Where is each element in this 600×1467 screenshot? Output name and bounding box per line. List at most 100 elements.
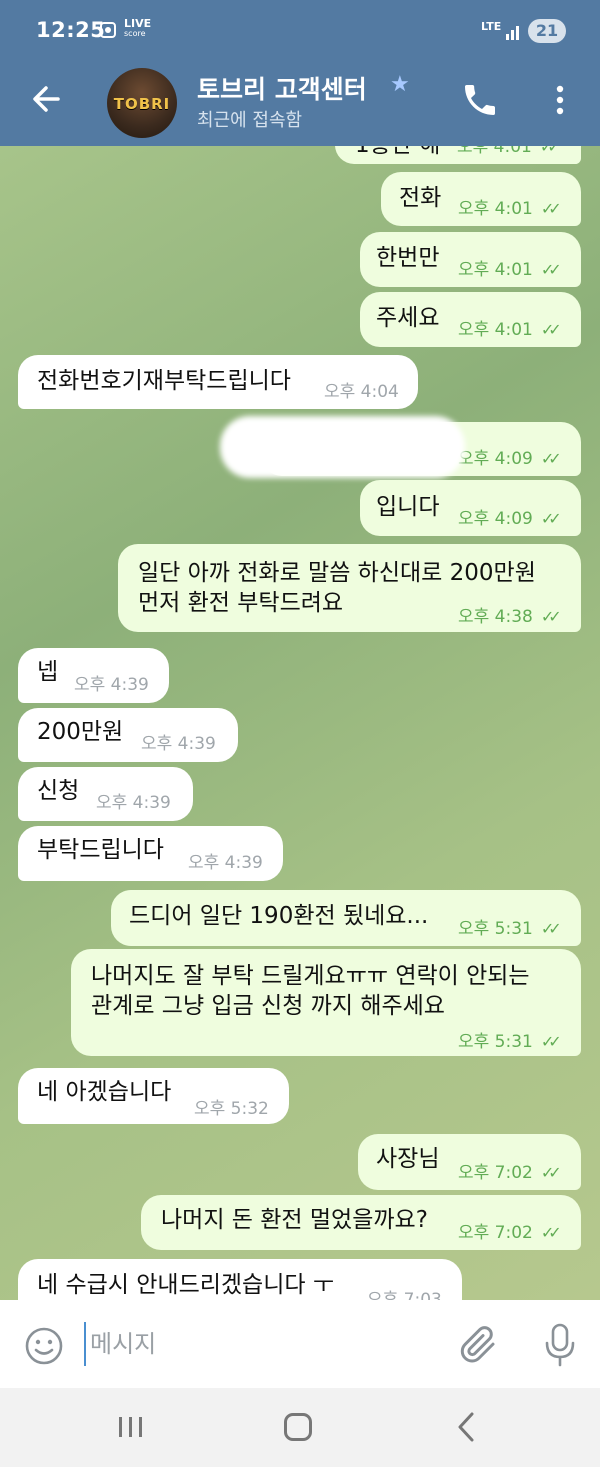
attach-button[interactable] (458, 1324, 500, 1366)
message-text-line-2: 먼저 환전 부탁드려요 (138, 590, 344, 616)
microphone-icon (545, 1323, 575, 1367)
message-text: 네 아겠습니다 (37, 1079, 172, 1105)
network-type: LTE (481, 20, 502, 33)
message-bubble[interactable]: 사장님 오후 7:02 ✓✓ (358, 1134, 581, 1190)
message-text: 전화 (399, 185, 442, 211)
livescore-icon: LIVE score (124, 18, 151, 39)
message-text: 넵 (37, 659, 59, 685)
double-check-icon: ✓✓ (540, 320, 562, 339)
message-time: 오후 4:09 (458, 449, 533, 469)
live-badge-bottom: score (124, 29, 146, 38)
message-input[interactable] (84, 1322, 444, 1366)
message-text: 신청 (37, 778, 80, 804)
status-bar: 12:25 LIVE score LTE 21 (0, 0, 600, 62)
message-meta: 오후 4:09 ✓✓ (458, 444, 562, 469)
double-check-icon: ✓✓ (540, 449, 562, 468)
double-check-icon: ✓✓ (540, 1223, 562, 1242)
avatar[interactable]: TOBRI (107, 68, 177, 138)
home-button[interactable] (284, 1413, 312, 1441)
composer-bar (0, 1300, 600, 1388)
message-bubble[interactable]: 네 아겠습니다 오후 5:32 (18, 1068, 289, 1124)
status-time: 12:25 (36, 18, 106, 42)
message-meta: 오후 4:01 ✓✓ (457, 146, 561, 157)
recent-apps-button[interactable] (116, 1412, 146, 1442)
back-button[interactable] (24, 76, 70, 122)
message-text: 네 수급시 안내드리겠습니다 ㅜ (37, 1272, 335, 1298)
system-back-button[interactable] (452, 1410, 482, 1444)
message-bubble[interactable]: 드디어 일단 190환전 됬네요... 오후 5:31 ✓✓ (111, 890, 581, 946)
chat-title[interactable]: 토브리 고객센터 (197, 70, 367, 106)
double-check-icon: ✓✓ (540, 260, 562, 279)
message-bubble[interactable]: 전화번호기재부탁드립니다 오후 4:04 (18, 355, 418, 409)
message-bubble[interactable]: 한번만 오후 4:01 ✓✓ (360, 232, 581, 287)
message-text: 200만원 (37, 719, 124, 745)
chat-header: 12:25 LIVE score LTE 21 TOBRI 토브리 고객센터 ★… (0, 0, 600, 146)
message-bubble[interactable]: 주세요 오후 4:01 ✓✓ (360, 292, 581, 347)
message-time: 오후 4:01 (458, 199, 533, 219)
battery-indicator: 21 (528, 19, 566, 43)
double-check-icon: ✓✓ (539, 146, 561, 156)
message-text: 드디어 일단 190환전 됬네요... (129, 903, 429, 929)
message-meta: 오후 4:01 ✓✓ (458, 255, 562, 280)
message-time: 오후 4:39 (141, 734, 216, 754)
double-check-icon: ✓✓ (540, 1163, 562, 1182)
double-check-icon: ✓✓ (540, 199, 562, 218)
message-meta: 오후 7:03 (367, 1285, 442, 1300)
message-meta: 오후 4:01 ✓✓ (458, 315, 562, 340)
message-time: 오후 4:39 (74, 675, 149, 695)
message-meta: 오후 4:04 (324, 377, 399, 402)
last-seen-status: 최근에 접속함 (197, 110, 303, 131)
message-text: 주세요 (376, 305, 440, 331)
call-button[interactable] (460, 80, 500, 120)
system-navigation-bar (0, 1388, 600, 1467)
double-check-icon: ✓✓ (540, 509, 562, 528)
message-meta: 오후 5:31 ✓✓ (458, 914, 562, 939)
message-meta: 오후 7:02 ✓✓ (458, 1158, 562, 1183)
message-time: 오후 4:04 (324, 382, 399, 402)
more-vertical-icon (556, 85, 564, 115)
message-bubble[interactable]: 입니다 오후 4:09 ✓✓ (360, 480, 581, 536)
message-meta: 오후 4:39 (141, 729, 216, 754)
paperclip-icon (460, 1326, 495, 1363)
message-time: 오후 4:01 (458, 260, 533, 280)
message-text: 사장님 (376, 1146, 440, 1172)
message-text: 전화번호기재부탁드립니다 (37, 368, 291, 394)
message-time: 오후 4:38 (458, 607, 533, 627)
message-bubble[interactable]: 200만원 오후 4:39 (18, 708, 238, 762)
message-bubble[interactable]: 나머지도 잘 부탁 드릴게요ㅠㅠ 연락이 안되는 관계로 그냥 입금 신청 까지… (71, 949, 581, 1056)
message-bubble[interactable]: 넵 오후 4:39 (18, 648, 169, 703)
message-time: 오후 5:32 (194, 1099, 269, 1119)
message-time: 오후 7:02 (458, 1163, 533, 1183)
message-meta: 오후 5:32 (194, 1094, 269, 1119)
message-time: 오후 7:03 (367, 1290, 442, 1300)
message-bubble[interactable]: 전화 오후 4:01 ✓✓ (381, 172, 581, 226)
message-bubble[interactable]: 일단 아까 전화로 말씀 하신대로 200만원 먼저 환전 부탁드려요 오후 4… (118, 544, 581, 632)
message-text: 입니다 (376, 494, 440, 520)
message-time: 오후 4:39 (188, 853, 263, 873)
message-text: 한번만 (376, 245, 440, 271)
app-bar: TOBRI 토브리 고객센터 ★ 최근에 접속함 (0, 62, 600, 146)
more-options-button[interactable] (548, 80, 572, 120)
message-meta: 오후 4:01 ✓✓ (458, 194, 562, 219)
avatar-logo: TOBRI (113, 95, 171, 113)
voice-message-button[interactable] (540, 1322, 580, 1368)
star-icon: ★ (390, 72, 410, 97)
message-bubble[interactable]: 네 수급시 안내드리겠습니다 ㅜ 오후 7:03 (18, 1259, 462, 1300)
message-bubble[interactable]: 부탁드립니다 오후 4:39 (18, 826, 283, 881)
message-bubble[interactable]: 나머지 돈 환전 멀었을까요? 오후 7:02 ✓✓ (141, 1195, 581, 1250)
message-bubble[interactable]: 1통만 해 오후 4:01 ✓✓ (335, 146, 581, 164)
message-text: 부탁드립니다 (37, 837, 164, 863)
emoji-button[interactable] (24, 1326, 64, 1366)
smiley-icon (25, 1327, 63, 1365)
message-meta: 오후 7:02 ✓✓ (458, 1218, 562, 1243)
arrow-left-icon (33, 86, 60, 112)
message-text-line-1: 일단 아까 전화로 말씀 하신대로 200만원 (138, 560, 536, 586)
message-bubble[interactable]: 신청 오후 4:39 (18, 767, 193, 821)
message-text-line-1: 나머지도 잘 부탁 드릴게요ㅠㅠ 연락이 안되는 (91, 963, 530, 989)
message-meta: 오후 4:39 (96, 788, 171, 813)
redaction-mark (220, 416, 465, 478)
double-check-icon: ✓✓ (540, 1032, 562, 1051)
message-list[interactable]: 1통만 해 오후 4:01 ✓✓ 전화 오후 4:01 ✓✓ 한번만 오후 4:01… (0, 146, 600, 1300)
message-meta: 오후 4:38 ✓✓ (458, 602, 562, 627)
message-meta: 오후 4:09 ✓✓ (458, 504, 562, 529)
